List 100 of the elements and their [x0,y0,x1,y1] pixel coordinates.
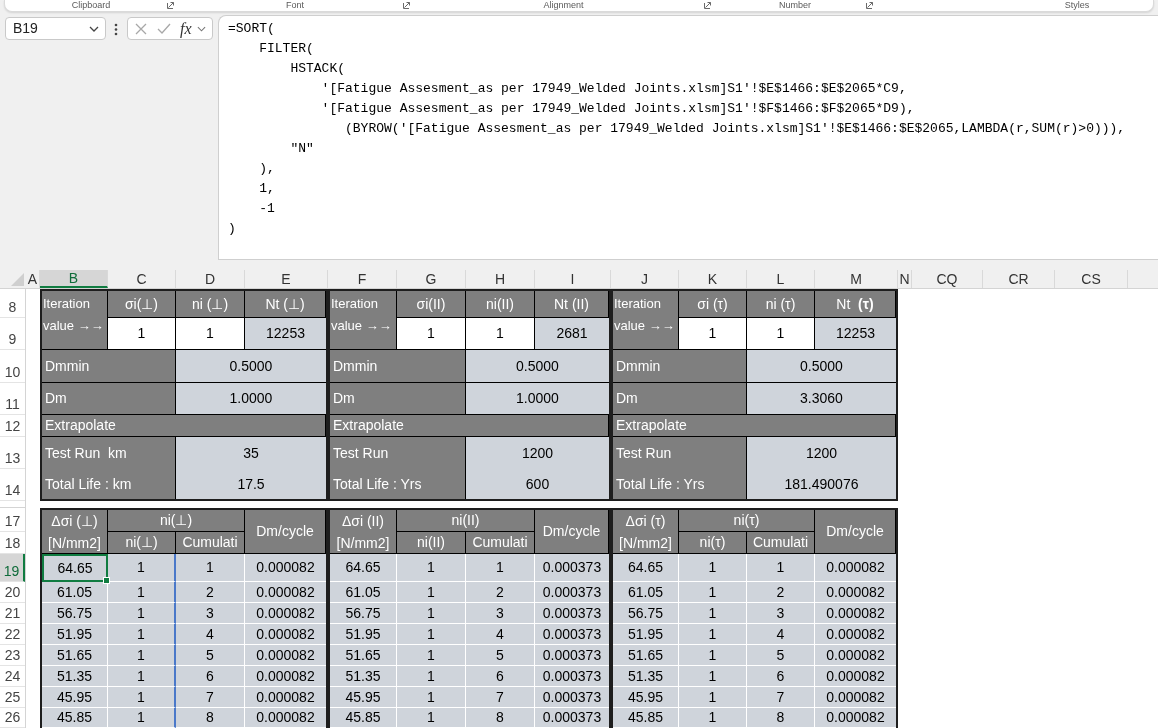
table-cell: 7 [747,687,815,708]
ribbon-group-label: Clipboard [71,0,111,11]
table-cell: 0.000082 [815,554,896,582]
table-cell: 51.95 [330,624,397,645]
table-cell: 56.75 [613,603,679,624]
table-cell: 4 [176,624,245,645]
table-cell: 51.95 [42,624,108,645]
table-cell: 61.05 [613,582,679,603]
table-cell: 45.85 [613,708,679,728]
chevron-down-icon [89,25,99,32]
table-cell: 1 [679,582,747,603]
label-cell: Dmmin [330,350,466,383]
table-cell: 45.95 [42,687,108,708]
label-cell: Test Run km [42,437,176,469]
table-cell: 4 [747,624,815,645]
header-cell: ni(II) [397,510,535,532]
section-header: Extrapolate [42,415,326,437]
table-cell: 0.000373 [535,603,609,624]
label-cell: Dm [330,383,466,415]
table-cell: 0.000082 [245,645,326,666]
table-cell: 51.35 [330,666,397,687]
more-options-icon[interactable] [114,23,118,36]
value-cell: 17.5 [176,469,326,499]
column-header[interactable]: N [898,270,912,288]
table-cell: 4 [466,624,535,645]
table-cell: 8 [747,708,815,728]
table-cell: 64.65 [42,554,108,582]
label-cell: Iteration value →→ [330,291,397,350]
chevron-down-icon[interactable] [196,25,206,32]
corner-arrow-icon[interactable] [866,2,873,9]
header-cell: σi (τ) [679,291,747,318]
table-cell: 0.000373 [535,708,609,728]
header-cell: ni(⊥) [108,510,245,532]
header-cell: Δσi (τ) [N/mm2] [613,510,679,554]
input-cell: 1 [397,318,466,350]
table-cell: 0.000082 [245,708,326,728]
input-cell: 1 [679,318,747,350]
table-cell: 3 [747,603,815,624]
table-cell: 0.000082 [815,666,896,687]
table-cell: 0.000082 [245,582,326,603]
table-cell: 1 [397,708,466,728]
label-cell: Total Life : Yrs [613,469,747,499]
column-header[interactable]: A [26,270,40,288]
table-cell: 1 [679,624,747,645]
table-cell: 1 [397,582,466,603]
fill-handle[interactable] [103,577,110,584]
value-cell: 3.3060 [747,383,896,415]
insert-function-button[interactable]: fx [180,19,192,38]
value-cell: 0.5000 [176,350,326,383]
header-cell: ni(II) [397,532,466,554]
header-cell: σi(⊥) [108,291,176,318]
formula-field[interactable]: =SORT( FILTER( HSTACK( '[Fatigue Assesment_as per 17949_Welded Joints.xlsm]S1'!$E$1466:$E$2065*C9, '[Fatigue Assesment_as per 17949_Welded Joints.xlsm]S1'!$F$1466:$F$2065*D9), (BYROW('[Fatigue Assesment_as per 17949_Welded Joints.xlsm]S1'!$E$1466:$E$2065,LAMBDA(r,SUM(r)>0))), "N" ), 1, -1 ) [218,15,1158,260]
corner-arrow-icon[interactable] [403,2,410,9]
table-cell: 0.000373 [535,554,609,582]
table-cell: 6 [176,666,245,687]
table-cell: 1 [679,687,747,708]
table-cell: 45.95 [613,687,679,708]
table-cell: 1 [397,554,466,582]
result-cell: 12253 [815,318,896,350]
table-cell: 56.75 [42,603,108,624]
header-cell: Cumulati [747,532,815,554]
table-cell: 0.000082 [245,687,326,708]
table-cell: 0.000373 [535,666,609,687]
input-cell: 1 [466,318,535,350]
header-cell: Nt (⊥) [245,291,326,318]
value-cell: 1.0000 [176,383,326,415]
table-cell: 51.65 [613,645,679,666]
table-cell: 64.65 [613,554,679,582]
name-box[interactable]: B19 [5,17,106,40]
table-cell: 1 [108,582,176,603]
table-cell: 1 [108,666,176,687]
input-cell: 1 [108,318,176,350]
table-cell: 3 [466,603,535,624]
value-cell: 35 [176,437,326,469]
check-icon[interactable] [157,23,171,34]
ribbon-group-label: Font [286,0,304,11]
column-header[interactable]: B [40,270,108,288]
label-cell: Test Run [613,437,747,469]
table-cell: 0.000082 [245,554,326,582]
table-cell: 0.000082 [815,582,896,603]
label-cell: Total Life : km [42,469,176,499]
row-header[interactable]: 19 [0,554,25,582]
table-cell: 0.000082 [245,624,326,645]
table-cell: 2 [466,582,535,603]
table-cell: 1 [397,666,466,687]
value-cell: 181.490076 [747,469,896,499]
corner-arrow-icon[interactable] [704,2,711,9]
corner-arrow-icon[interactable] [167,2,174,9]
table-cell: 1 [108,603,176,624]
table-cell: 0.000373 [535,624,609,645]
header-cell: Nt (II) [535,291,609,318]
table-cell: 1 [679,666,747,687]
table-cell: 6 [466,666,535,687]
table-cell: 1 [397,645,466,666]
header-cell: ni(II) [466,291,535,318]
result-cell: 2681 [535,318,609,350]
header-cell: Δσi (⊥) [N/mm2] [42,510,108,554]
table-cell: 1 [747,554,815,582]
label-cell: Dmmin [42,350,176,383]
table-cell: 51.95 [613,624,679,645]
